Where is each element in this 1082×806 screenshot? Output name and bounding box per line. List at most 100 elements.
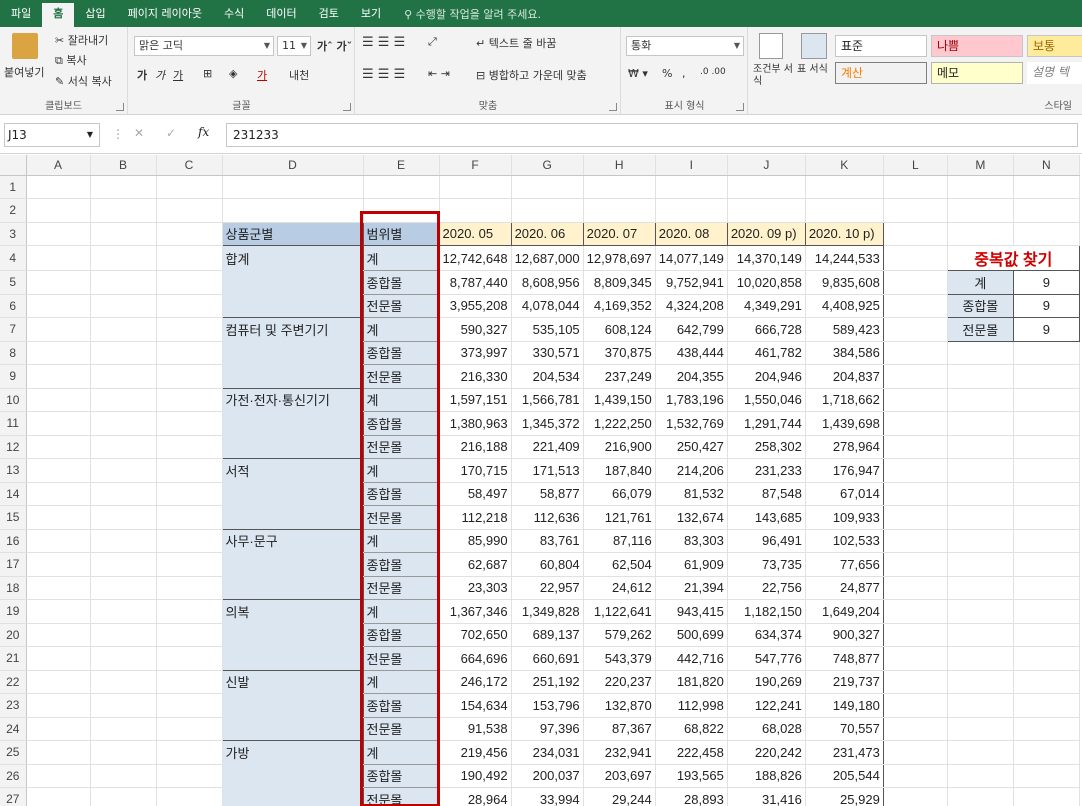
value-cell[interactable]: 216,188 bbox=[439, 435, 512, 459]
row-header[interactable]: 24 bbox=[0, 717, 27, 741]
row-header[interactable]: 1 bbox=[0, 175, 27, 199]
value-cell[interactable]: 12,687,000 bbox=[511, 245, 584, 271]
value-cell[interactable]: 438,444 bbox=[655, 341, 728, 365]
cell[interactable] bbox=[363, 198, 440, 223]
cell[interactable] bbox=[221, 764, 364, 788]
cell[interactable] bbox=[655, 198, 728, 223]
cell[interactable] bbox=[221, 552, 364, 577]
cell[interactable] bbox=[883, 693, 948, 718]
value-cell[interactable]: 1,439,150 bbox=[583, 388, 656, 412]
value-cell[interactable]: 122,241 bbox=[727, 693, 806, 718]
row-type[interactable]: 종합몰 bbox=[363, 270, 440, 295]
cell[interactable] bbox=[1013, 364, 1080, 389]
cell[interactable] bbox=[883, 623, 948, 647]
cell[interactable] bbox=[805, 175, 884, 199]
value-cell[interactable]: 1,597,151 bbox=[439, 388, 512, 412]
wrap-text-button[interactable]: ↵ 텍스트 줄 바꿈 bbox=[476, 35, 556, 51]
row-type[interactable]: 종합몰 bbox=[363, 411, 440, 436]
style-calc[interactable]: 계산 bbox=[835, 62, 927, 84]
cell[interactable] bbox=[221, 505, 364, 530]
cell[interactable] bbox=[26, 670, 91, 694]
value-cell[interactable]: 251,192 bbox=[511, 670, 584, 694]
cell[interactable] bbox=[947, 198, 1014, 223]
grow-font-button[interactable]: 가ˆ 가ˇ bbox=[317, 38, 352, 54]
cell[interactable] bbox=[26, 529, 91, 553]
row-header[interactable]: 12 bbox=[0, 435, 27, 459]
cell[interactable] bbox=[883, 364, 948, 389]
align-top-button[interactable]: ☰ ☰ ☰ bbox=[362, 35, 405, 50]
value-cell[interactable]: 29,244 bbox=[583, 787, 656, 806]
cell[interactable] bbox=[883, 245, 948, 271]
cell[interactable] bbox=[90, 599, 157, 624]
value-cell[interactable]: 1,439,698 bbox=[805, 411, 884, 436]
value-cell[interactable]: 246,172 bbox=[439, 670, 512, 694]
font-size-select[interactable]: 11 ▼ bbox=[277, 36, 311, 56]
value-cell[interactable]: 121,761 bbox=[583, 505, 656, 530]
value-cell[interactable]: 204,946 bbox=[727, 364, 806, 389]
cell[interactable] bbox=[156, 552, 223, 577]
row-type[interactable]: 전문몰 bbox=[363, 787, 440, 806]
column-header-j[interactable]: J bbox=[727, 155, 806, 176]
orientation-button[interactable]: ⤢ bbox=[428, 35, 437, 49]
value-cell[interactable]: 9,835,608 bbox=[805, 270, 884, 295]
value-cell[interactable]: 634,374 bbox=[727, 623, 806, 647]
value-cell[interactable]: 62,504 bbox=[583, 552, 656, 577]
tab-home[interactable]: 홈 bbox=[42, 3, 75, 27]
cell[interactable] bbox=[883, 341, 948, 365]
underline-button[interactable]: 가 bbox=[173, 67, 183, 83]
cell[interactable] bbox=[883, 388, 948, 412]
italic-button[interactable]: 가 bbox=[155, 67, 165, 83]
cell[interactable] bbox=[727, 198, 806, 223]
value-cell[interactable]: 666,728 bbox=[727, 317, 806, 342]
cell[interactable] bbox=[439, 198, 512, 223]
value-cell[interactable]: 70,557 bbox=[805, 717, 884, 741]
cell[interactable] bbox=[221, 623, 364, 647]
column-header-m[interactable]: M bbox=[947, 155, 1014, 176]
font-launcher-icon[interactable] bbox=[343, 103, 351, 111]
column-header-e[interactable]: E bbox=[363, 155, 440, 176]
cell[interactable] bbox=[947, 576, 1014, 600]
row-type[interactable]: 전문몰 bbox=[363, 717, 440, 741]
cell[interactable] bbox=[26, 740, 91, 765]
value-cell[interactable]: 87,367 bbox=[583, 717, 656, 741]
value-cell[interactable]: 77,656 bbox=[805, 552, 884, 577]
cell[interactable] bbox=[26, 364, 91, 389]
row-type[interactable]: 계 bbox=[363, 458, 440, 483]
column-header-i[interactable]: I bbox=[655, 155, 728, 176]
cell[interactable] bbox=[221, 646, 364, 671]
row-header[interactable]: 27 bbox=[0, 787, 27, 806]
cell[interactable] bbox=[1013, 764, 1080, 788]
value-cell[interactable]: 68,028 bbox=[727, 717, 806, 741]
cell[interactable] bbox=[26, 764, 91, 788]
value-cell[interactable]: 205,544 bbox=[805, 764, 884, 788]
value-cell[interactable]: 1,222,250 bbox=[583, 411, 656, 436]
cell[interactable] bbox=[1013, 435, 1080, 459]
value-cell[interactable]: 8,787,440 bbox=[439, 270, 512, 295]
cell[interactable] bbox=[947, 623, 1014, 647]
cell[interactable] bbox=[156, 245, 223, 271]
value-cell[interactable]: 442,716 bbox=[655, 646, 728, 671]
cell[interactable] bbox=[883, 175, 948, 199]
paste-icon[interactable] bbox=[12, 33, 38, 59]
cell[interactable] bbox=[1013, 222, 1080, 246]
cell[interactable] bbox=[90, 222, 157, 246]
cell[interactable] bbox=[883, 670, 948, 694]
value-cell[interactable]: 1,550,046 bbox=[727, 388, 806, 412]
value-cell[interactable]: 190,269 bbox=[727, 670, 806, 694]
cell[interactable] bbox=[26, 552, 91, 577]
row-type[interactable]: 전문몰 bbox=[363, 505, 440, 530]
group-name[interactable]: 의복 bbox=[221, 599, 364, 624]
dup-finder-count[interactable]: 9 bbox=[1012, 270, 1080, 295]
cell[interactable] bbox=[26, 458, 91, 483]
cell[interactable] bbox=[883, 599, 948, 624]
value-cell[interactable]: 216,330 bbox=[439, 364, 512, 389]
cell[interactable] bbox=[1013, 693, 1080, 718]
dup-finder-count[interactable]: 9 bbox=[1012, 317, 1080, 342]
tab-insert[interactable]: 삽입 bbox=[74, 0, 116, 27]
cell[interactable] bbox=[222, 198, 364, 223]
row-header[interactable]: 19 bbox=[0, 599, 27, 624]
group-name[interactable]: 컴퓨터 및 주변기기 bbox=[221, 317, 364, 342]
cell[interactable] bbox=[156, 222, 223, 246]
cell[interactable] bbox=[947, 787, 1014, 806]
style-neutral[interactable]: 보통 bbox=[1027, 35, 1082, 57]
